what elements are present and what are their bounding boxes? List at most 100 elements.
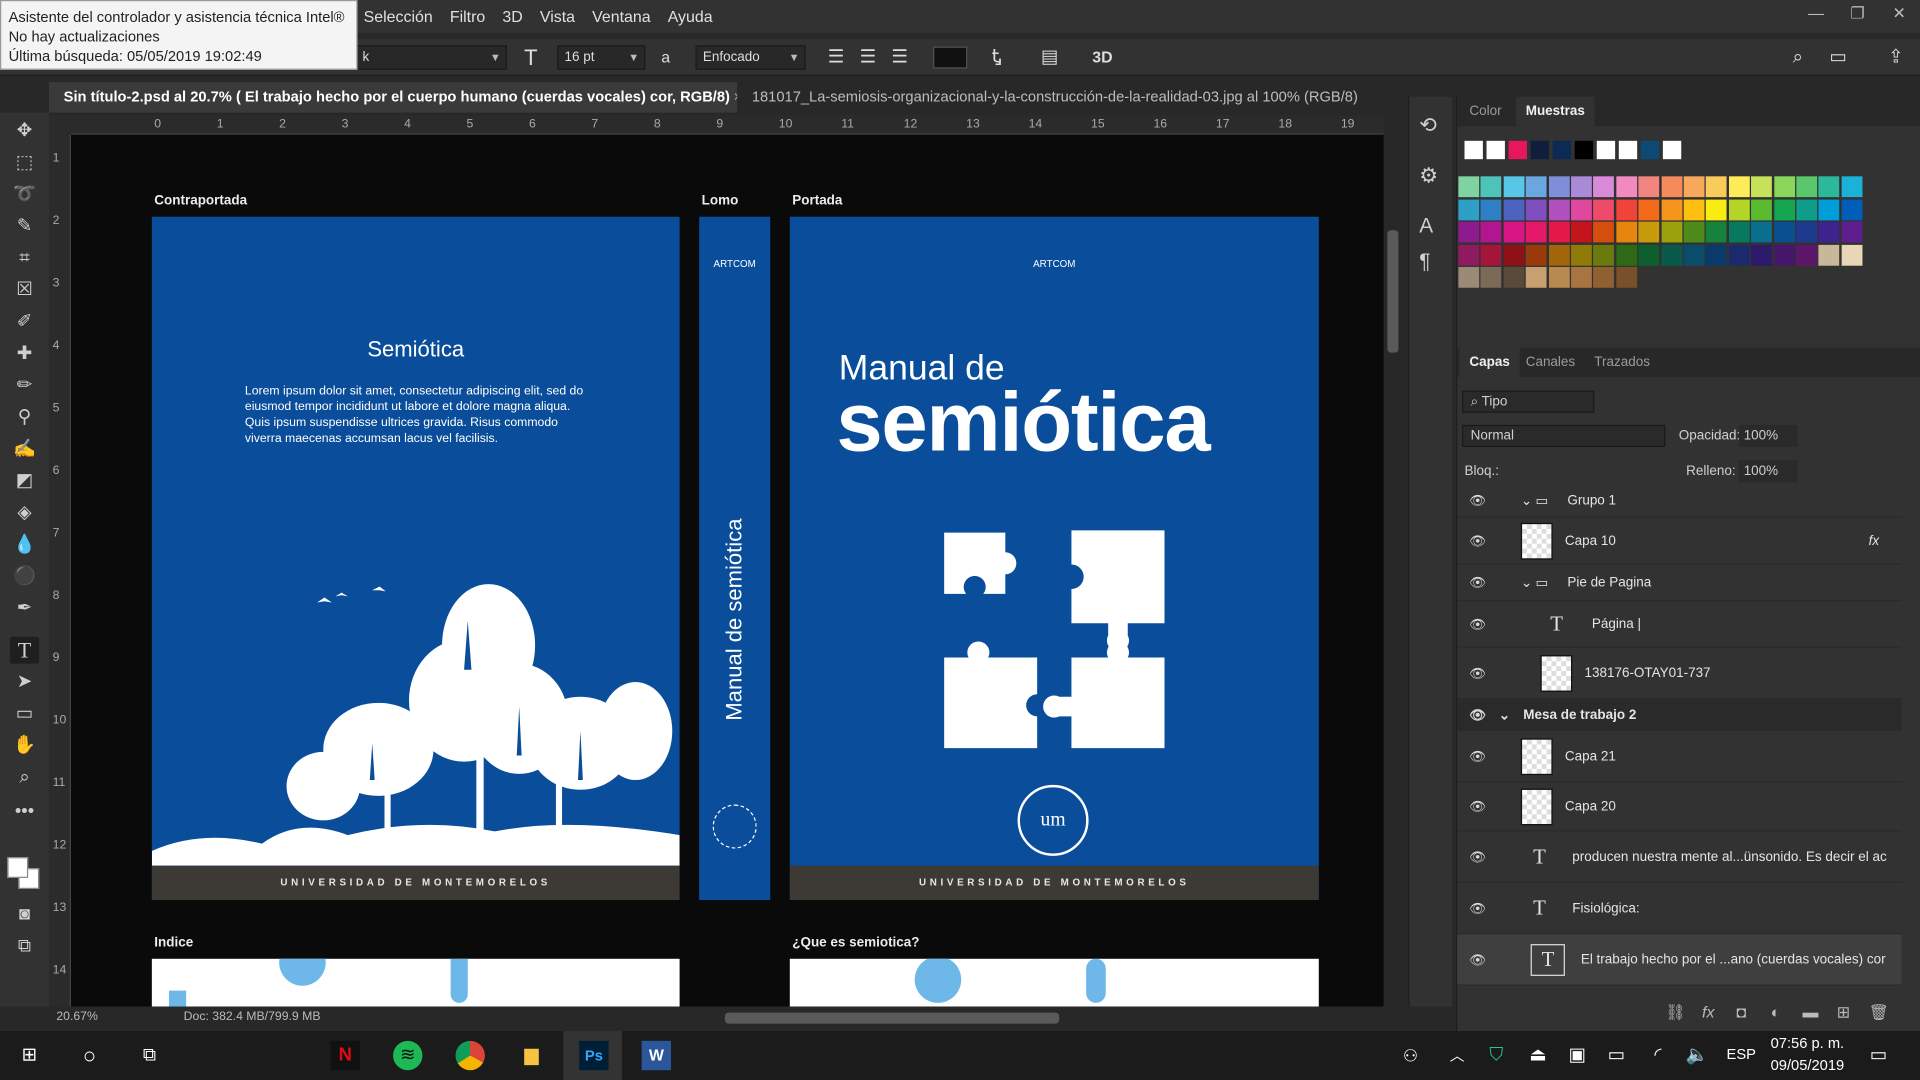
color-swatch[interactable] (1548, 176, 1570, 198)
color-swatch[interactable] (1616, 198, 1637, 220)
menu-ayuda[interactable]: Ayuda (659, 0, 721, 33)
color-swatch[interactable] (1571, 244, 1592, 266)
color-swatch[interactable] (1661, 198, 1682, 220)
layer-row[interactable]: 👁 Capa 10 fx (1457, 518, 1902, 565)
recent-swatch[interactable] (1574, 140, 1594, 160)
color-swatch[interactable] (1593, 176, 1615, 198)
chrome-icon[interactable] (455, 1040, 485, 1071)
font-style-select[interactable]: k ▼ (355, 45, 507, 70)
color-swatch[interactable] (1728, 176, 1750, 198)
tab-color[interactable]: Color (1460, 97, 1512, 126)
workspace-icon[interactable]: ▭ (1829, 45, 1846, 69)
battery-icon[interactable]: ▭ (1602, 1041, 1631, 1070)
color-swatch[interactable] (1841, 244, 1863, 266)
visibility-eye-icon[interactable]: 👁 (1469, 616, 1486, 632)
color-swatch[interactable] (1616, 221, 1637, 243)
color-swatch[interactable] (1616, 176, 1637, 198)
align-left-icon[interactable]: ☰ (828, 45, 844, 69)
brush-tool-icon[interactable]: ✏ (10, 372, 39, 399)
color-swatch[interactable] (1751, 221, 1773, 243)
color-swatch[interactable] (1796, 221, 1818, 243)
notifications-icon[interactable]: ▭ (1864, 1041, 1893, 1070)
color-swatch[interactable] (1593, 221, 1615, 243)
color-swatch[interactable] (1661, 244, 1682, 266)
rectangle-tool-icon[interactable]: ▭ (10, 700, 39, 727)
recent-swatch[interactable] (1464, 140, 1483, 160)
color-swatch[interactable] (1796, 198, 1818, 220)
color-swatch[interactable] (1571, 198, 1592, 220)
color-swatch[interactable] (1458, 176, 1480, 198)
color-swatch[interactable] (1683, 221, 1705, 243)
quick-mask-icon[interactable]: ◙ (10, 901, 39, 928)
color-swatch[interactable] (1751, 176, 1773, 198)
align-center-icon[interactable]: ☰ (860, 45, 876, 69)
color-swatch[interactable] (1818, 244, 1840, 266)
color-swatch[interactable] (1548, 266, 1570, 288)
layer-row[interactable]: 👁 T Fisiológica: (1457, 883, 1902, 935)
color-swatch[interactable] (1728, 198, 1750, 220)
color-swatch[interactable] (1548, 244, 1570, 266)
trash-icon[interactable]: 🗑 (1869, 1003, 1889, 1023)
color-swatch[interactable] (1503, 266, 1525, 288)
recent-swatch[interactable] (1596, 140, 1616, 160)
spotify-icon[interactable]: ≋ (393, 1040, 423, 1071)
color-swatch[interactable] (1773, 198, 1795, 220)
color-swatch[interactable] (1638, 198, 1660, 220)
crop-tool-icon[interactable]: ⌗ (10, 245, 39, 272)
netflix-icon[interactable]: N (330, 1040, 361, 1071)
color-swatch[interactable] (1593, 244, 1615, 266)
color-swatch[interactable] (1841, 198, 1863, 220)
visibility-eye-icon[interactable]: 👁 (1469, 900, 1486, 916)
text-color-swatch[interactable] (933, 46, 968, 69)
menu-seleccion[interactable]: Selección (355, 0, 441, 33)
layer-row[interactable]: 👁 T El trabajo hecho por el ...ano (cuerda… (1457, 934, 1902, 986)
language-indicator[interactable]: ESP (1727, 1046, 1756, 1063)
layer-row[interactable]: 👁 ⌄ Mesa de trabajo 2 (1457, 699, 1902, 732)
foreground-color-swatch[interactable] (7, 857, 29, 878)
visibility-eye-icon[interactable]: 👁 (1469, 533, 1486, 549)
color-swatch[interactable] (1525, 221, 1547, 243)
color-swatch[interactable] (1458, 244, 1480, 266)
color-swatch[interactable] (1480, 176, 1502, 198)
blur-tool-icon[interactable]: 💧 (10, 531, 39, 558)
color-swatch[interactable] (1458, 198, 1480, 220)
color-swatch[interactable] (1525, 198, 1547, 220)
tab-semiosis-jpg[interactable]: 181017_La-semiosis-organizacional-y-la-c… (737, 82, 1402, 113)
recent-swatch[interactable] (1662, 140, 1682, 160)
menu-vista[interactable]: Vista (531, 0, 583, 33)
horizontal-scroll-thumb[interactable] (724, 1012, 1060, 1024)
people-icon[interactable]: ⚇ (1396, 1041, 1425, 1070)
color-swatch[interactable] (1728, 244, 1750, 266)
color-swatch[interactable] (1818, 198, 1840, 220)
color-swatch[interactable] (1458, 221, 1480, 243)
color-swatch[interactable] (1480, 221, 1502, 243)
search-icon[interactable]: ⌕ (1793, 45, 1803, 69)
chevron-down-icon[interactable]: ⌄ (1521, 492, 1532, 508)
color-swatch[interactable] (1706, 221, 1728, 243)
stamp-tool-icon[interactable]: ⚲ (10, 404, 39, 431)
visibility-eye-icon[interactable]: 👁 (1469, 798, 1486, 815)
color-swatch[interactable] (1616, 266, 1637, 288)
restore-button[interactable]: ❐ (1837, 0, 1879, 27)
color-swatch[interactable] (1796, 244, 1818, 266)
color-swatch[interactable] (1683, 176, 1705, 198)
recent-swatch[interactable] (1552, 140, 1572, 160)
color-swatch[interactable] (1616, 244, 1637, 266)
path-select-tool-icon[interactable]: ➤ (10, 669, 39, 696)
layer-row[interactable]: 👁 Capa 21 (1457, 731, 1902, 783)
tab-trazados[interactable]: Trazados (1585, 348, 1660, 377)
color-swatch[interactable] (1841, 176, 1863, 198)
lasso-tool-icon[interactable]: ➰ (10, 181, 39, 208)
task-view-icon[interactable]: ⧉ (135, 1041, 164, 1070)
zoom-level[interactable]: 20.67% (56, 1010, 98, 1023)
chevron-down-icon[interactable]: ⌄ (1521, 574, 1532, 591)
close-button[interactable]: ✕ (1878, 0, 1920, 27)
warp-text-icon[interactable]: Ꮏ (992, 45, 1002, 69)
color-swatch[interactable] (1525, 176, 1547, 198)
color-swatch[interactable] (1773, 176, 1795, 198)
fill-field[interactable]: 100% (1738, 460, 1798, 483)
color-swatch[interactable] (1773, 221, 1795, 243)
color-swatch[interactable] (1661, 221, 1682, 243)
windows-start-icon[interactable]: ⊞ (15, 1041, 44, 1070)
canvas-vertical-scrollbar[interactable] (1383, 115, 1403, 1007)
